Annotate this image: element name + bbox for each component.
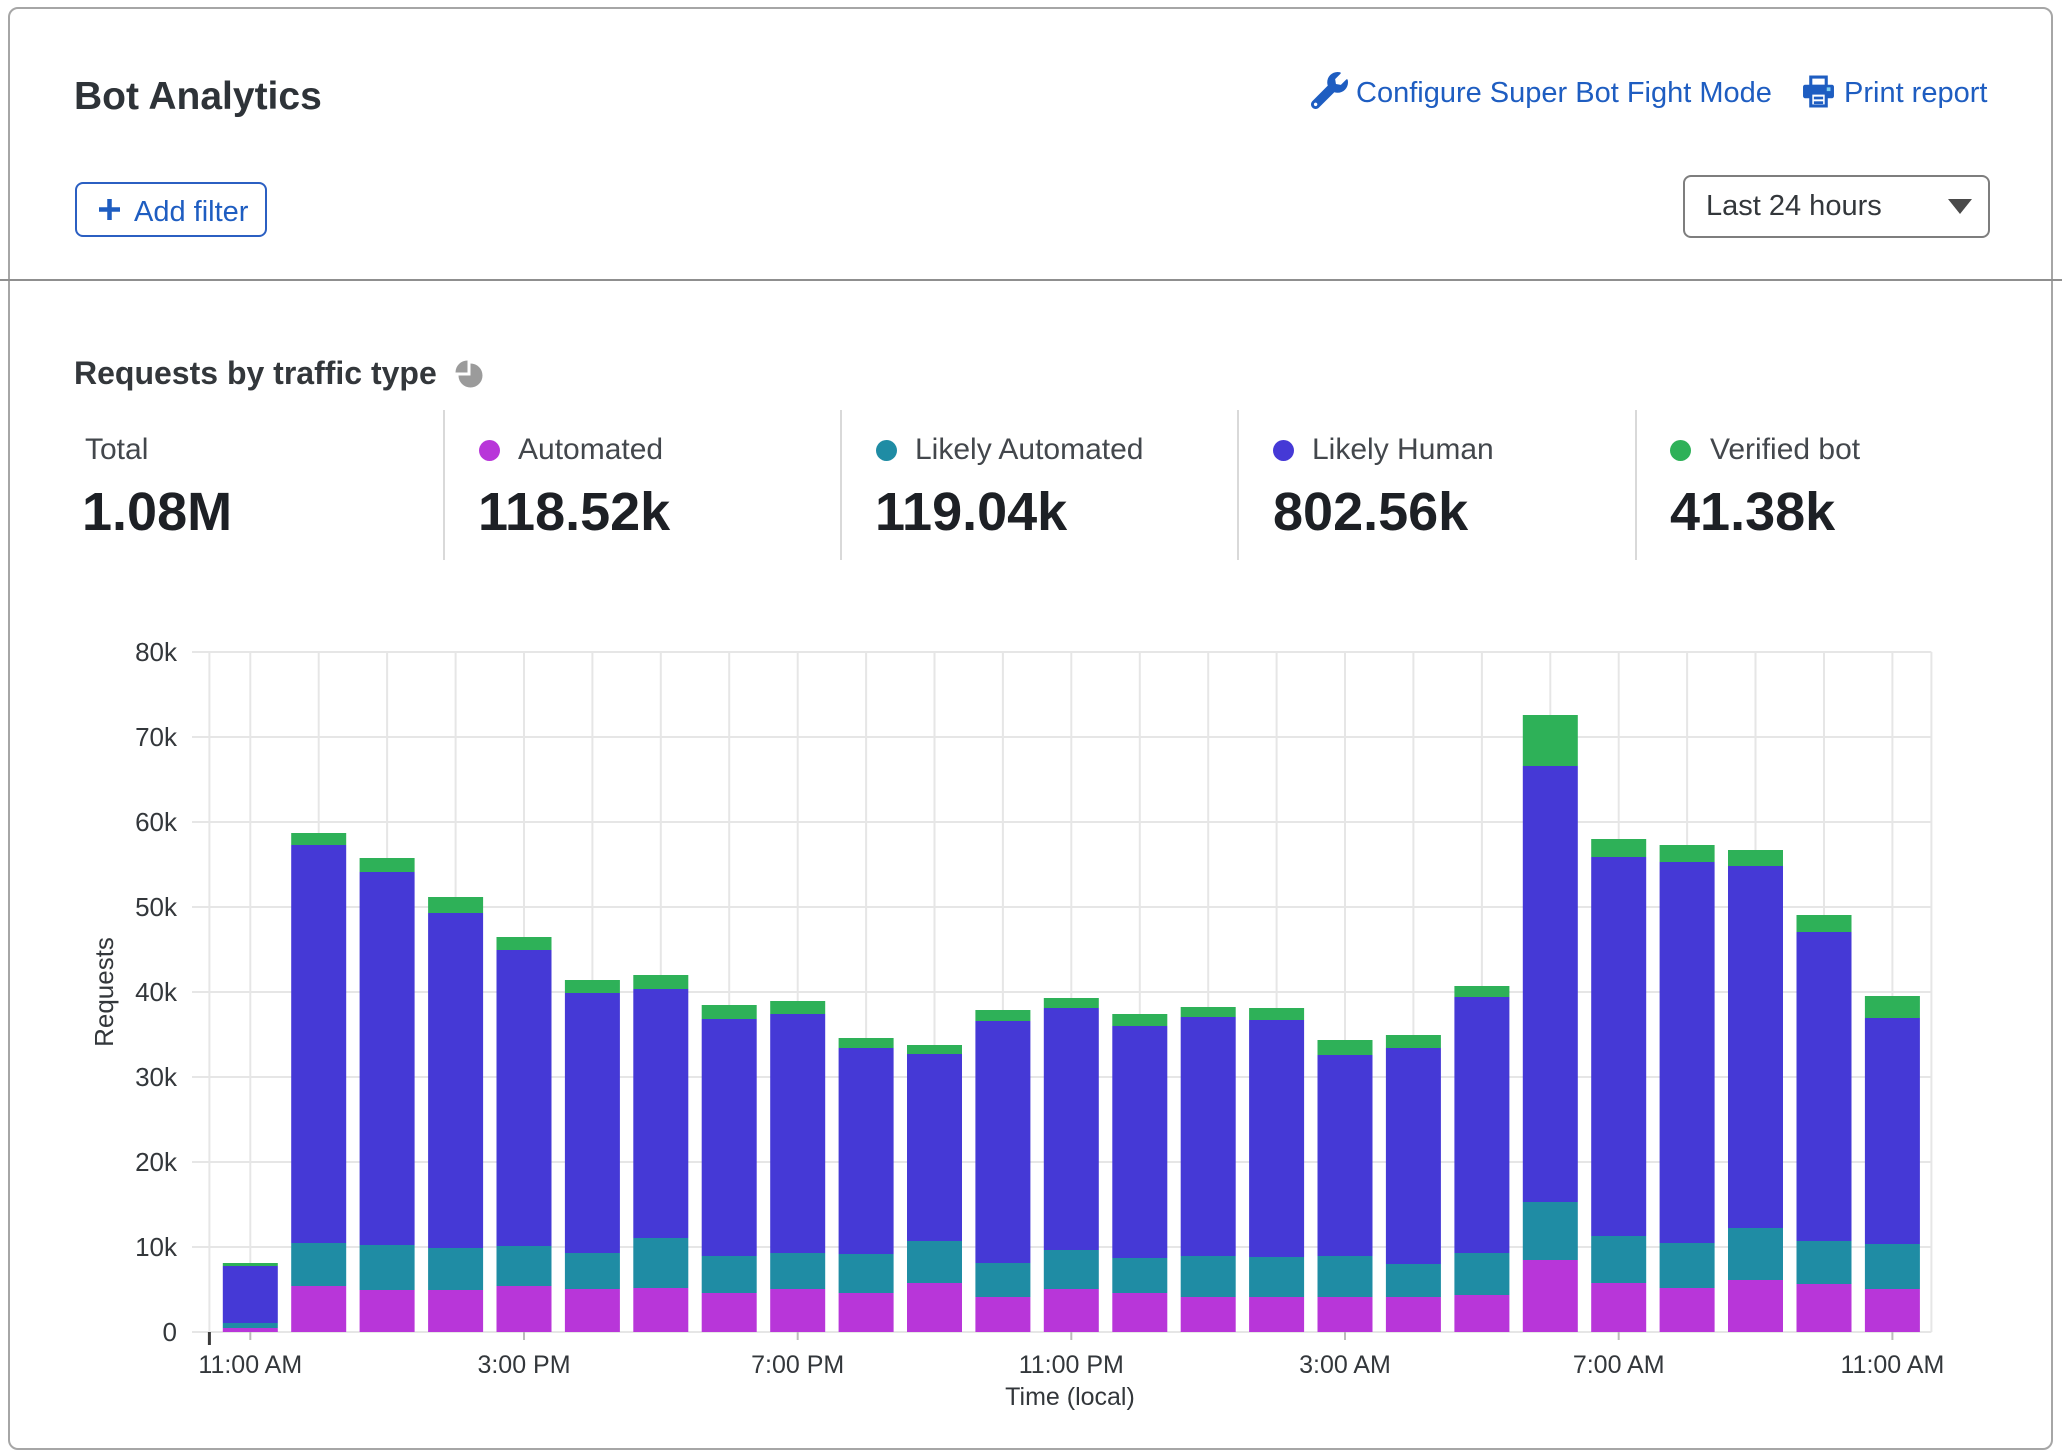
svg-text:20k: 20k [135,1147,178,1177]
svg-text:11:00 AM: 11:00 AM [1841,1351,1945,1379]
svg-text:0: 0 [163,1317,177,1347]
svg-text:80k: 80k [135,637,178,667]
svg-text:Requests: Requests [89,937,119,1047]
svg-text:Time (local): Time (local) [1005,1383,1135,1411]
svg-text:30k: 30k [135,1062,178,1092]
svg-text:11:00 PM: 11:00 PM [1019,1351,1124,1379]
svg-text:7:00 PM: 7:00 PM [751,1351,844,1379]
svg-text:3:00 AM: 3:00 AM [1299,1351,1391,1379]
svg-text:11:00 AM: 11:00 AM [198,1351,302,1379]
svg-text:70k: 70k [135,722,178,752]
svg-text:40k: 40k [135,977,178,1007]
svg-text:50k: 50k [135,892,178,922]
svg-text:60k: 60k [135,807,178,837]
svg-text:10k: 10k [135,1232,178,1262]
svg-text:3:00 PM: 3:00 PM [477,1351,570,1379]
svg-text:7:00 AM: 7:00 AM [1573,1351,1665,1379]
